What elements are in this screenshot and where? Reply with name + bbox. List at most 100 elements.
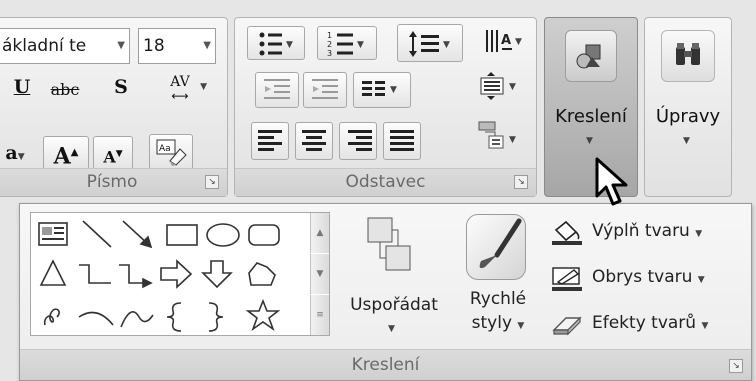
- shapes-grid: [38, 220, 281, 332]
- paragraph-group: ▼ 1 2 3 ▼ ▼ A ▼ ▼ ▼ ▼ Odstavec ↘: [234, 17, 537, 197]
- font-dialog-launcher-icon[interactable]: ↘: [205, 175, 219, 189]
- drawing-button-label: Kreslení: [555, 106, 627, 127]
- shape-outline-text: Obrys tvaru: [592, 267, 693, 287]
- shrink-font-button[interactable]: A▼: [93, 136, 133, 170]
- arrange-label: Uspořádat: [350, 295, 438, 315]
- drawing-shapes-icon: [565, 30, 617, 82]
- align-left-button[interactable]: [251, 122, 289, 160]
- svg-text:▼: ▼: [286, 40, 293, 50]
- curve-shape-icon[interactable]: [120, 311, 154, 328]
- character-spacing-button[interactable]: AV ⟷ ▼: [155, 74, 207, 108]
- quick-styles-label-line2: styly ▼: [452, 312, 544, 338]
- chevron-down-icon: ▼: [701, 321, 709, 331]
- clear-formatting-button[interactable]: Aa: [149, 134, 193, 170]
- quick-styles-button[interactable]: Rychlé styly ▼: [452, 212, 544, 348]
- arrow-line-shape-icon[interactable]: [122, 220, 153, 249]
- shadow-button[interactable]: S: [109, 76, 133, 106]
- freeform-shape-icon[interactable]: [248, 262, 276, 286]
- chevron-down-icon: ▼: [695, 229, 703, 239]
- quick-styles-label-line1: Rychlé: [469, 289, 527, 309]
- line-spacing-icon: ▼: [409, 31, 450, 57]
- shrink-font-label: A: [103, 147, 116, 167]
- strikethrough-button[interactable]: abc: [43, 80, 87, 106]
- align-center-icon: [302, 130, 326, 151]
- oval-shape-icon[interactable]: [206, 223, 240, 247]
- gallery-more-button[interactable]: ≡: [310, 295, 329, 335]
- rounded-rectangle-shape-icon[interactable]: [248, 224, 280, 246]
- triangle-shape-icon[interactable]: [39, 259, 67, 286]
- smartart-button[interactable]: ▼: [471, 118, 525, 160]
- increase-indent-button[interactable]: [303, 72, 347, 108]
- align-center-button[interactable]: [295, 122, 333, 160]
- paintbrush-icon: [479, 218, 522, 269]
- drawing-panel-label: Kreslení: [20, 349, 751, 380]
- shape-effects-text: Efekty tvarů: [592, 313, 697, 333]
- shape-fill-button[interactable]: Výplň tvaru ▼: [550, 216, 746, 246]
- chevron-down-icon: ▼: [200, 82, 207, 92]
- svg-text:▼: ▼: [509, 135, 516, 145]
- shapes-icon: [576, 44, 601, 69]
- shape-outline-label: Obrys tvaru ▼: [592, 262, 705, 295]
- arrange-button[interactable]: Uspořádat ▼: [338, 212, 450, 348]
- bullets-button[interactable]: ▼: [247, 26, 305, 60]
- star-shape-icon[interactable]: [245, 298, 281, 332]
- chevron-down-icon: ▼: [683, 136, 690, 146]
- chevron-down-icon[interactable]: ▼: [117, 29, 125, 63]
- numbering-button[interactable]: 1 2 3 ▼: [317, 26, 377, 60]
- arc-shape-icon[interactable]: [78, 311, 114, 326]
- svg-text:A: A: [501, 33, 511, 48]
- numbering-icon: 1 2 3 ▼: [327, 31, 364, 58]
- scribble-shape-icon[interactable]: [43, 308, 60, 326]
- right-brace-shape-icon[interactable]: [208, 302, 224, 332]
- rectangle-shape-icon[interactable]: [166, 224, 198, 246]
- underline-button[interactable]: U: [9, 76, 35, 106]
- down-arrow-shape-icon[interactable]: [201, 260, 233, 289]
- svg-text:▼: ▼: [515, 37, 522, 47]
- justify-icon: [390, 130, 414, 151]
- gallery-scroll-up[interactable]: ▲: [310, 213, 329, 253]
- arrange-icon: [367, 217, 411, 271]
- align-text-icon: ▼: [480, 72, 516, 100]
- editing-button-label: Úpravy: [655, 106, 721, 127]
- text-highlight-button[interactable]: a▼: [0, 136, 33, 170]
- shape-outline-button[interactable]: Obrys tvaru ▼: [550, 262, 746, 292]
- shape-effects-button[interactable]: Efekty tvarů ▼: [550, 308, 746, 338]
- gallery-scroll-down[interactable]: ▼: [310, 254, 329, 294]
- decrease-indent-button[interactable]: [255, 72, 299, 108]
- chevron-down-icon: ▼: [586, 136, 593, 146]
- drawing-dialog-launcher-icon[interactable]: ↘: [729, 359, 743, 373]
- elbow-connector-shape-icon[interactable]: [79, 264, 111, 284]
- font-size-combobox[interactable]: 18 ▼: [138, 28, 216, 64]
- align-right-button[interactable]: [339, 122, 377, 160]
- spacing-arrows-icon: ⟷: [171, 89, 189, 103]
- svg-text:Aa: Aa: [159, 144, 171, 154]
- left-brace-shape-icon[interactable]: [166, 302, 182, 332]
- decrease-indent-icon: [264, 79, 290, 99]
- grow-font-button[interactable]: A▲: [43, 136, 89, 170]
- font-group: ákladní te ▼ 18 ▼ U abc S AV ⟷ ▼ a▼ A▲ A…: [0, 17, 228, 197]
- text-direction-button[interactable]: A ▼: [479, 26, 529, 62]
- increase-indent-icon: [312, 79, 338, 99]
- right-arrow-shape-icon[interactable]: [160, 259, 193, 289]
- line-spacing-button[interactable]: ▼: [397, 24, 463, 62]
- align-text-button[interactable]: ▼: [471, 70, 525, 108]
- elbow-arrow-shape-icon[interactable]: [119, 264, 153, 289]
- svg-text:3: 3: [327, 49, 332, 58]
- binoculars-icon: [676, 43, 700, 65]
- svg-text:▼: ▼: [443, 40, 450, 50]
- text-box-shape-icon[interactable]: [38, 222, 68, 246]
- justify-button[interactable]: [383, 122, 421, 160]
- clear-formatting-icon: Aa: [156, 139, 187, 166]
- font-name-combobox[interactable]: ákladní te ▼: [0, 28, 130, 64]
- chevron-down-icon: ▼: [17, 152, 25, 162]
- chevron-down-icon[interactable]: ▼: [203, 29, 211, 63]
- grow-font-label: A: [53, 143, 71, 170]
- paragraph-dialog-launcher-icon[interactable]: ↘: [514, 175, 528, 189]
- columns-button[interactable]: ▼: [353, 72, 411, 108]
- svg-text:▼: ▼: [509, 82, 516, 92]
- paint-bucket-icon: [552, 220, 582, 245]
- line-shape-icon[interactable]: [82, 220, 112, 248]
- shape-effects-label: Efekty tvarů ▼: [592, 308, 708, 341]
- text-highlight-label: a: [5, 142, 18, 164]
- editing-group[interactable]: Úpravy ▼: [644, 17, 732, 197]
